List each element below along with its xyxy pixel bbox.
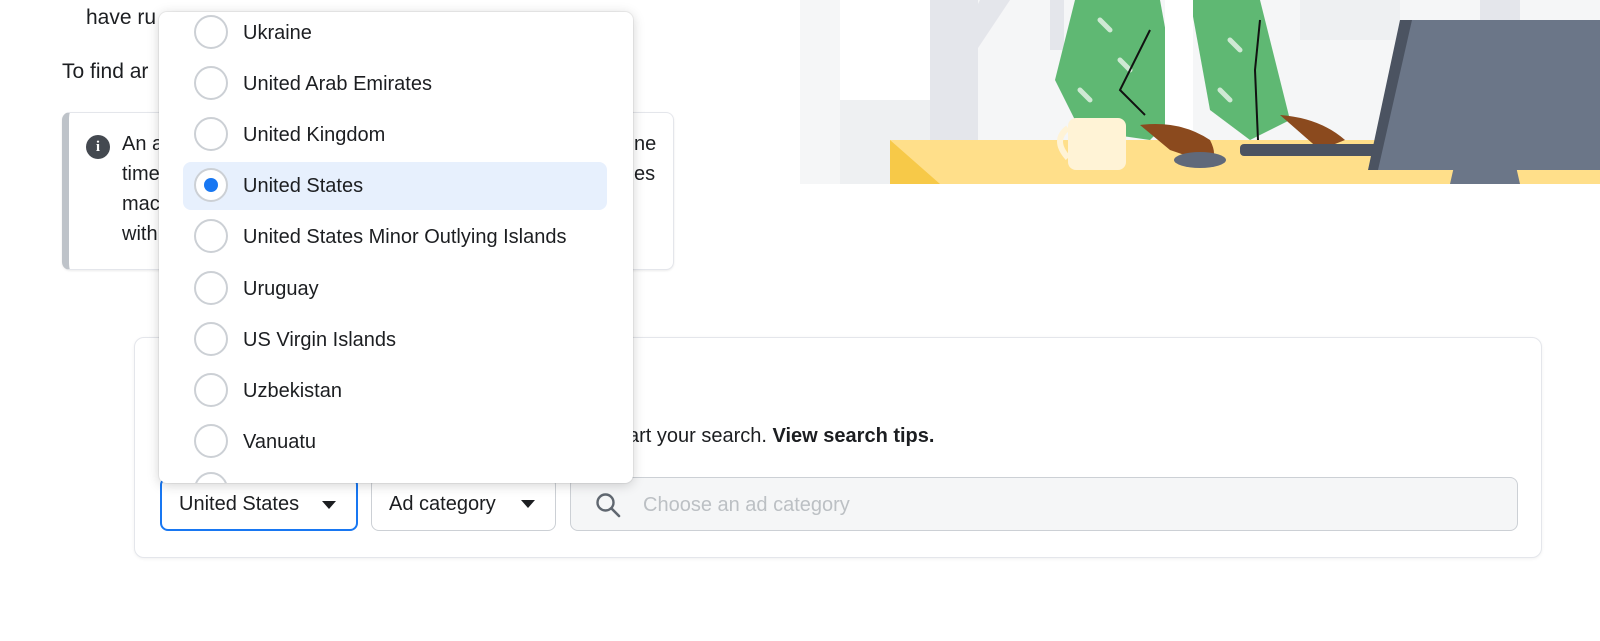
country-option-label: United Kingdom bbox=[243, 123, 386, 146]
info-text-fragment: ne bbox=[634, 133, 657, 155]
info-text-line: time bbox=[122, 163, 160, 185]
radio-button[interactable] bbox=[194, 66, 228, 100]
radio-button[interactable] bbox=[194, 271, 228, 305]
country-option-label: Uzbekistan bbox=[243, 379, 342, 402]
country-option-united-kingdom[interactable]: United Kingdom bbox=[183, 111, 607, 159]
header-illustration bbox=[800, 0, 1600, 184]
country-option-united-arab-emirates[interactable]: United Arab Emirates bbox=[183, 60, 607, 108]
search-hint: art your search. View search tips. bbox=[628, 425, 934, 448]
country-option-label: US Virgin Islands bbox=[243, 328, 397, 351]
info-icon: i bbox=[86, 135, 110, 159]
radio-button-partial[interactable] bbox=[194, 472, 228, 483]
country-select-value: United States bbox=[179, 492, 300, 515]
radio-button[interactable] bbox=[194, 219, 228, 253]
country-option-label: Ukraine bbox=[243, 21, 312, 44]
ad-category-select[interactable]: Ad category bbox=[371, 477, 556, 531]
country-option-uzbekistan[interactable]: Uzbekistan bbox=[183, 367, 607, 415]
info-text-line: mac bbox=[122, 193, 160, 215]
country-option-vanuatu[interactable]: Vanuatu bbox=[183, 418, 607, 466]
view-search-tips-link[interactable]: View search tips. bbox=[773, 425, 935, 447]
caret-down-icon bbox=[322, 501, 336, 509]
radio-button[interactable] bbox=[194, 117, 228, 151]
radio-button[interactable] bbox=[194, 15, 228, 49]
ad-category-select-label: Ad category bbox=[389, 492, 496, 515]
radio-button-selected[interactable] bbox=[194, 168, 228, 202]
search-hint-text: art your search. bbox=[628, 425, 767, 447]
country-option-label: Uruguay bbox=[243, 277, 319, 300]
ad-category-search-field[interactable] bbox=[570, 477, 1518, 532]
caret-down-icon bbox=[521, 500, 535, 508]
country-select[interactable]: United States bbox=[160, 477, 358, 531]
search-icon bbox=[595, 492, 621, 518]
country-option-ukraine[interactable]: Ukraine bbox=[183, 12, 607, 57]
radio-button[interactable] bbox=[194, 424, 228, 458]
intro-text-line: have ru bbox=[86, 6, 157, 29]
country-option-label: Vanuatu bbox=[243, 430, 317, 453]
radio-button[interactable] bbox=[194, 322, 228, 356]
info-text-line: with bbox=[122, 223, 158, 245]
info-text-fragment: es bbox=[634, 163, 656, 185]
country-option-uruguay[interactable]: Uruguay bbox=[183, 265, 607, 313]
radio-button[interactable] bbox=[194, 373, 228, 407]
office-illustration-graphic bbox=[800, 0, 1600, 184]
ad-category-search-input[interactable] bbox=[641, 478, 1505, 532]
country-option-label: United States Minor Outlying Islands bbox=[243, 225, 567, 248]
country-option-united-states[interactable]: United States bbox=[183, 162, 607, 210]
country-option-label: United States bbox=[243, 174, 364, 197]
country-dropdown-menu[interactable]: Ukraine United Arab Emirates United King… bbox=[159, 12, 633, 483]
country-option-us-minor-outlying-islands[interactable]: United States Minor Outlying Islands bbox=[183, 213, 607, 261]
radio-selected-dot bbox=[204, 178, 218, 192]
intro-text-line-2: To find ar bbox=[62, 60, 149, 83]
info-text-line: An a bbox=[122, 133, 164, 155]
country-option-label: United Arab Emirates bbox=[243, 72, 432, 95]
country-option-us-virgin-islands[interactable]: US Virgin Islands bbox=[183, 316, 607, 364]
